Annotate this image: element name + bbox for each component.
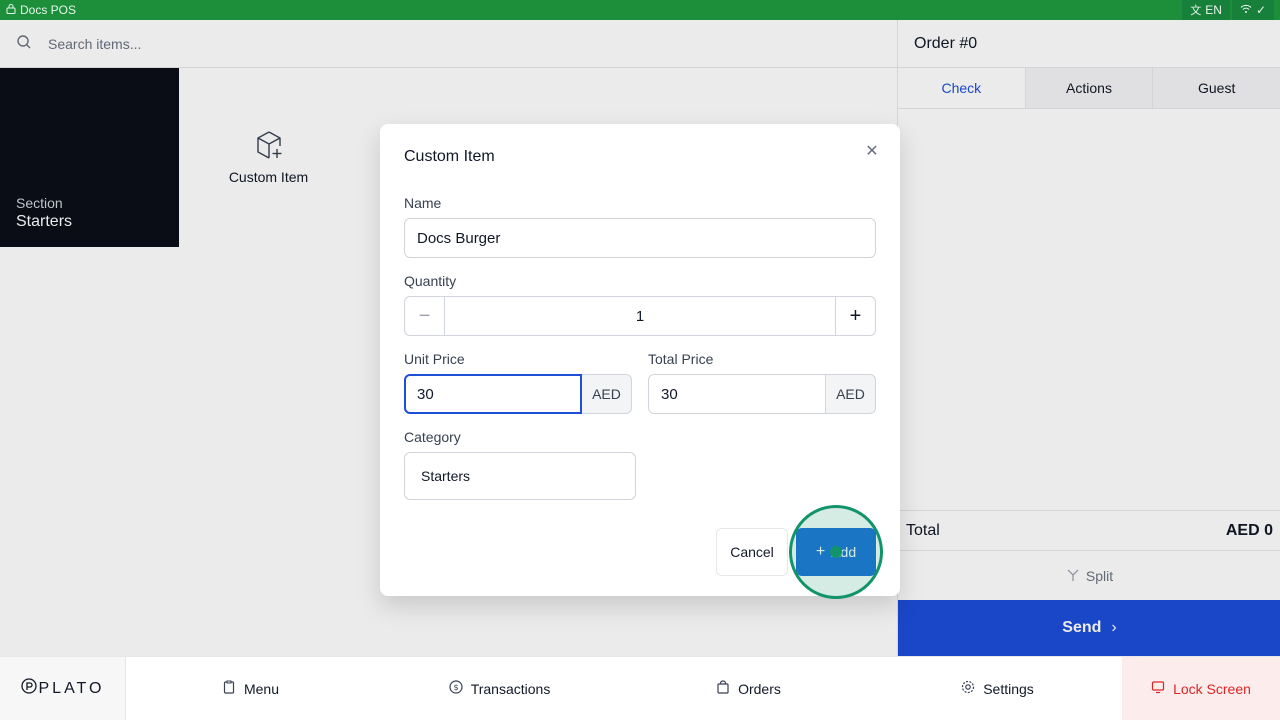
quantity-stepper: − 1 + xyxy=(404,296,876,336)
unit-price-currency: AED xyxy=(582,374,632,414)
check-icon: ✓ xyxy=(1255,3,1266,17)
svg-text:$: $ xyxy=(453,683,458,692)
language-label: EN xyxy=(1205,3,1222,17)
nav-transactions[interactable]: $ Transactions xyxy=(375,657,624,720)
click-point xyxy=(830,546,842,558)
app-name: Docs POS xyxy=(20,3,77,17)
quantity-value[interactable]: 1 xyxy=(445,297,835,335)
dialog-title: Custom Item xyxy=(404,148,495,165)
nav-settings[interactable]: Settings xyxy=(873,657,1122,720)
wifi-icon xyxy=(1240,3,1252,17)
logo-text: PLATO xyxy=(38,679,105,697)
total-price-field[interactable]: 30 xyxy=(648,374,826,414)
gear-icon xyxy=(961,680,975,697)
nav-orders[interactable]: Orders xyxy=(624,657,873,720)
lock-screen-button[interactable]: Lock Screen xyxy=(1122,657,1280,720)
decrement-button[interactable]: − xyxy=(405,297,445,335)
total-price-group: 30 AED xyxy=(648,374,876,414)
lock-screen-label: Lock Screen xyxy=(1173,680,1251,697)
plato-logo: PLATO xyxy=(0,657,126,720)
nav-orders-label: Orders xyxy=(738,680,781,697)
lock-icon xyxy=(6,3,16,17)
name-field[interactable]: Docs Burger xyxy=(404,218,876,258)
unit-price-value: 30 xyxy=(417,385,434,403)
minus-icon: − xyxy=(418,304,431,327)
translate-icon: 文 xyxy=(1190,5,1202,17)
coin-icon: $ xyxy=(449,680,463,697)
name-label: Name xyxy=(404,195,442,211)
lock-screen-icon xyxy=(1151,680,1165,697)
nav-menu[interactable]: Menu xyxy=(126,657,375,720)
increment-button[interactable]: + xyxy=(835,297,875,335)
unit-price-label: Unit Price xyxy=(404,351,465,367)
close-icon[interactable]: ✕ xyxy=(864,144,880,160)
category-value: Starters xyxy=(421,468,471,484)
category-label: Category xyxy=(404,429,461,445)
clipboard-icon xyxy=(222,680,236,697)
category-select[interactable]: Starters xyxy=(404,452,636,500)
bag-icon xyxy=(716,680,730,697)
name-value: Docs Burger xyxy=(417,229,501,247)
plus-icon: + xyxy=(849,304,862,327)
language-selector[interactable]: 文 EN xyxy=(1182,0,1230,20)
total-price-currency: AED xyxy=(826,374,876,414)
unit-price-field[interactable]: 30 xyxy=(404,374,582,414)
quantity-label: Quantity xyxy=(404,273,457,289)
logo-mark-icon xyxy=(20,678,37,699)
nav-transactions-label: Transactions xyxy=(470,680,551,697)
status-bar: Docs POS 文 EN ✓ xyxy=(0,0,1280,20)
total-price-value: 30 xyxy=(661,385,678,403)
bottom-nav: PLATO Menu $ Transactions Orders Setting… xyxy=(0,656,1280,720)
cancel-button[interactable]: Cancel xyxy=(716,528,788,576)
nav-settings-label: Settings xyxy=(983,680,1034,697)
connection-status: ✓ xyxy=(1231,0,1274,20)
total-price-label: Total Price xyxy=(648,351,714,367)
nav-menu-label: Menu xyxy=(243,680,280,697)
unit-price-group: 30 AED xyxy=(404,374,632,414)
